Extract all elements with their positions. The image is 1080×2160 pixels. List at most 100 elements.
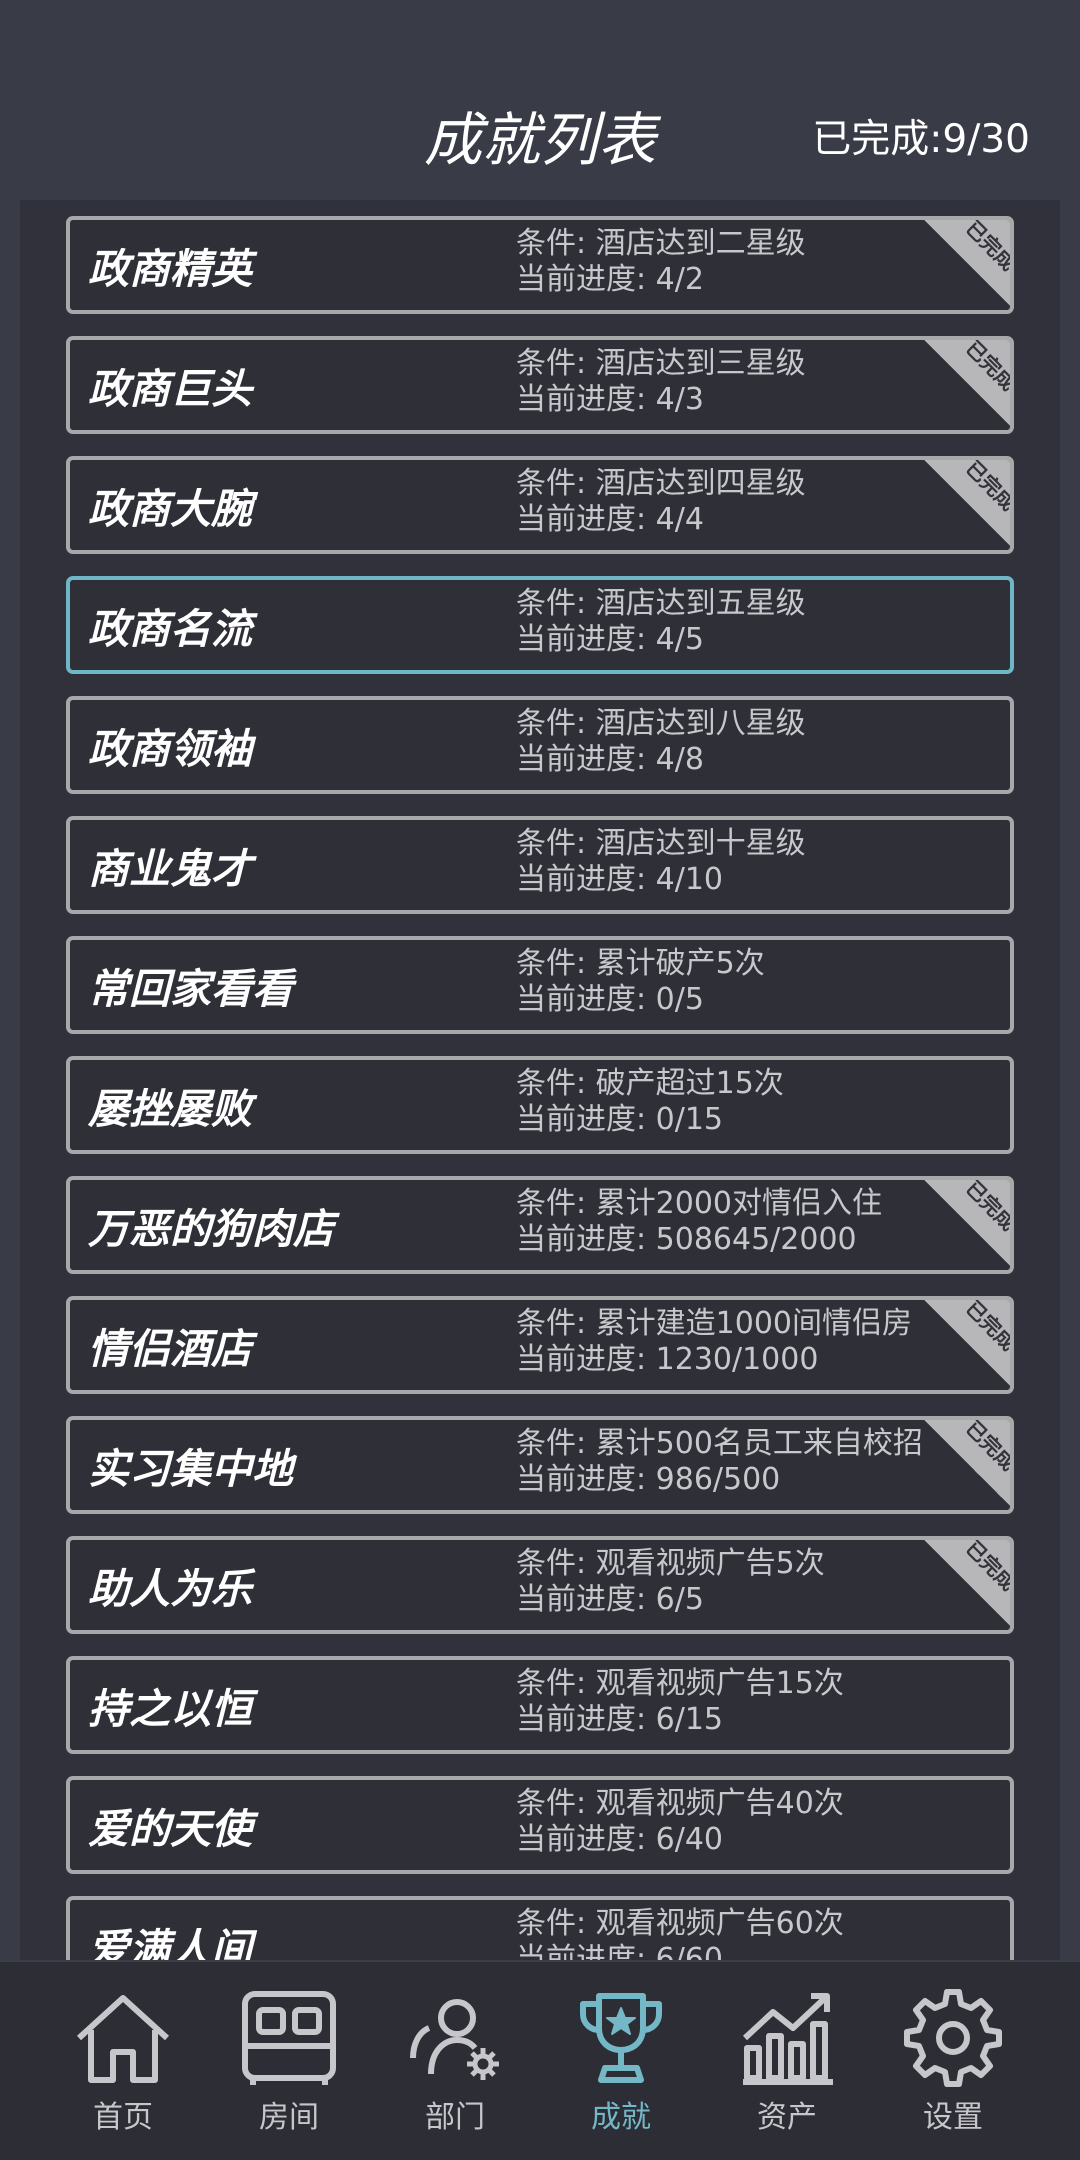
- completed-badge-label: 已完成: [961, 1416, 1014, 1476]
- achievement-card[interactable]: 屡挫屡败 条件: 破产超过15次 当前进度: 0/15: [66, 1056, 1014, 1154]
- achievement-card[interactable]: 万恶的狗肉店 条件: 累计2000对情侣入住 当前进度: 508645/2000 已完…: [66, 1176, 1014, 1274]
- completed-badge: 已完成: [924, 1300, 1010, 1386]
- tab-assets[interactable]: 资产: [704, 1962, 870, 2160]
- achievement-info: 条件: 酒店达到十星级 当前进度: 4/10: [516, 826, 806, 898]
- completed-badge-label: 已完成: [961, 336, 1014, 396]
- achievement-name: 政商精英: [88, 245, 252, 293]
- achievement-info: 条件: 观看视频广告15次 当前进度: 6/15: [516, 1666, 844, 1738]
- achievement-card[interactable]: 政商巨头 条件: 酒店达到三星级 当前进度: 4/3 已完成: [66, 336, 1014, 434]
- achievement-condition: 条件: 酒店达到八星级: [516, 706, 806, 741]
- achievement-progress: 当前进度: 6/40: [516, 1822, 724, 1857]
- completed-badge: 已完成: [924, 220, 1010, 306]
- achievement-progress: 当前进度: 4/8: [516, 742, 704, 777]
- achievement-name: 屡挫屡败: [88, 1085, 252, 1133]
- achievement-name: 政商巨头: [88, 365, 252, 413]
- header: 成就列表 已完成:9/30: [0, 0, 1080, 200]
- achievement-info: 条件: 酒店达到八星级 当前进度: 4/8: [516, 706, 806, 778]
- achievement-condition: 条件: 观看视频广告5次: [516, 1546, 825, 1581]
- tab-achievements-label: 成就: [591, 2100, 651, 2135]
- achievement-card[interactable]: 实习集中地 条件: 累计500名员工来自校招 当前进度: 986/500 已完成: [66, 1416, 1014, 1514]
- achievement-card[interactable]: 爱满人间 条件: 观看视频广告60次 当前进度: 6/60: [66, 1896, 1014, 1960]
- completed-badge: 已完成: [924, 1420, 1010, 1506]
- achievement-info: 条件: 酒店达到五星级 当前进度: 4/5: [516, 586, 806, 658]
- achievement-progress: 当前进度: 6/5: [516, 1582, 704, 1617]
- bar-chart-icon: [742, 1993, 833, 2085]
- achievement-card[interactable]: 持之以恒 条件: 观看视频广告15次 当前进度: 6/15: [66, 1656, 1014, 1754]
- achievement-info: 条件: 累计500名员工来自校招 当前进度: 986/500: [516, 1426, 923, 1498]
- completed-badge-label: 已完成: [961, 1536, 1014, 1596]
- tab-home-label: 首页: [93, 2100, 153, 2135]
- achievement-progress: 当前进度: 4/5: [516, 622, 704, 657]
- people-gear-icon: [410, 1999, 499, 2080]
- achievement-list-panel[interactable]: 政商精英 条件: 酒店达到二星级 当前进度: 4/2 已完成 政商巨头 条件: 酒店达到三…: [20, 200, 1060, 1960]
- achievement-progress: 当前进度: 6/15: [516, 1702, 724, 1737]
- achievement-card[interactable]: 政商大腕 条件: 酒店达到四星级 当前进度: 4/4 已完成: [66, 456, 1014, 554]
- gear-icon: [904, 1989, 1002, 2087]
- achievement-progress: 当前进度: 4/4: [516, 502, 704, 537]
- tab-settings-label: 设置: [923, 2100, 983, 2135]
- achievement-card[interactable]: 政商精英 条件: 酒店达到二星级 当前进度: 4/2 已完成: [66, 216, 1014, 314]
- achievement-condition: 条件: 累计2000对情侣入住: [516, 1186, 882, 1221]
- achievement-name: 助人为乐: [88, 1565, 252, 1613]
- completed-badge: 已完成: [924, 1540, 1010, 1626]
- achievement-condition: 条件: 酒店达到二星级: [516, 226, 806, 261]
- achievement-progress: 当前进度: 0/5: [516, 982, 704, 1017]
- achievement-card[interactable]: 情侣酒店 条件: 累计建造1000间情侣房 当前进度: 1230/1000 已完成: [66, 1296, 1014, 1394]
- achievement-progress: 当前进度: 508645/2000: [516, 1222, 857, 1257]
- achievement-card[interactable]: 商业鬼才 条件: 酒店达到十星级 当前进度: 4/10: [66, 816, 1014, 914]
- achievement-card[interactable]: 政商领袖 条件: 酒店达到八星级 当前进度: 4/8: [66, 696, 1014, 794]
- achievement-condition: 条件: 酒店达到五星级: [516, 586, 806, 621]
- tab-home[interactable]: 首页: [40, 1962, 206, 2160]
- completed-badge-label: 已完成: [961, 1176, 1014, 1236]
- achievements-screen: 成就列表 已完成:9/30 政商精英 条件: 酒店达到二星级 当前进度: 4/2 已完…: [0, 0, 1080, 2160]
- achievement-name: 持之以恒: [88, 1685, 252, 1733]
- completed-badge-label: 已完成: [961, 456, 1014, 516]
- achievement-card[interactable]: 爱的天使 条件: 观看视频广告40次 当前进度: 6/40: [66, 1776, 1014, 1874]
- achievement-card[interactable]: 政商名流 条件: 酒店达到五星级 当前进度: 4/5: [66, 576, 1014, 674]
- achievement-condition: 条件: 累计500名员工来自校招: [516, 1426, 923, 1461]
- completed-badge: 已完成: [924, 340, 1010, 426]
- achievement-name: 政商领袖: [88, 725, 252, 773]
- achievement-condition: 条件: 观看视频广告60次: [516, 1906, 844, 1941]
- achievement-name: 实习集中地: [88, 1445, 293, 1493]
- achievement-name: 情侣酒店: [88, 1325, 252, 1373]
- achievement-progress: 当前进度: 4/10: [516, 862, 724, 897]
- achievement-condition: 条件: 酒店达到四星级: [516, 466, 806, 501]
- achievement-condition: 条件: 观看视频广告15次: [516, 1666, 844, 1701]
- achievement-name: 商业鬼才: [88, 845, 252, 893]
- achievement-list[interactable]: 政商精英 条件: 酒店达到二星级 当前进度: 4/2 已完成 政商巨头 条件: 酒店达到三…: [66, 216, 1014, 1960]
- achievement-condition: 条件: 酒店达到十星级: [516, 826, 806, 861]
- achievement-card[interactable]: 助人为乐 条件: 观看视频广告5次 当前进度: 6/5 已完成: [66, 1536, 1014, 1634]
- tab-assets-label: 资产: [757, 2100, 817, 2135]
- achievement-info: 条件: 破产超过15次 当前进度: 0/15: [516, 1066, 784, 1138]
- completed-badge-label: 已完成: [961, 1296, 1014, 1356]
- tab-departments-label: 部门: [425, 2100, 485, 2135]
- achievement-progress: 当前进度: 6/60: [516, 1942, 724, 1960]
- trophy-icon: [580, 1993, 662, 2083]
- achievement-condition: 条件: 酒店达到三星级: [516, 346, 806, 381]
- achievement-info: 条件: 累计建造1000间情侣房 当前进度: 1230/1000: [516, 1306, 912, 1378]
- achievement-info: 条件: 酒店达到二星级 当前进度: 4/2: [516, 226, 806, 298]
- tab-settings[interactable]: 设置: [870, 1962, 1036, 2160]
- achievement-name: 政商名流: [88, 605, 252, 653]
- achievement-progress: 当前进度: 1230/1000: [516, 1342, 819, 1377]
- achievement-progress: 当前进度: 4/3: [516, 382, 704, 417]
- achievement-info: 条件: 酒店达到三星级 当前进度: 4/3: [516, 346, 806, 418]
- tab-departments[interactable]: 部门: [372, 1962, 538, 2160]
- achievement-info: 条件: 观看视频广告60次 当前进度: 6/60: [516, 1906, 844, 1960]
- achievement-name: 爱满人间: [88, 1925, 252, 1960]
- tab-rooms[interactable]: 房间: [206, 1962, 372, 2160]
- tab-achievements[interactable]: 成就: [538, 1962, 704, 2160]
- achievement-condition: 条件: 累计建造1000间情侣房: [516, 1306, 912, 1341]
- achievement-progress: 当前进度: 4/2: [516, 262, 704, 297]
- completed-badge-label: 已完成: [961, 216, 1014, 276]
- achievement-name: 政商大腕: [88, 485, 252, 533]
- achievement-info: 条件: 观看视频广告5次 当前进度: 6/5: [516, 1546, 825, 1618]
- completed-badge: 已完成: [924, 1180, 1010, 1266]
- achievement-condition: 条件: 破产超过15次: [516, 1066, 784, 1101]
- achievement-name: 万恶的狗肉店: [88, 1205, 334, 1253]
- completed-badge: 已完成: [924, 460, 1010, 546]
- achievement-card[interactable]: 常回家看看 条件: 累计破产5次 当前进度: 0/5: [66, 936, 1014, 1034]
- bed-icon: [242, 1991, 336, 2085]
- home-icon: [76, 1995, 170, 2083]
